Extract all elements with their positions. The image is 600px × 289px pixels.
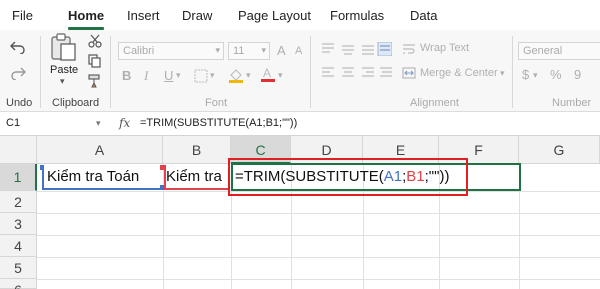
merge-center-icon[interactable] [402, 66, 416, 80]
redo-icon[interactable] [10, 66, 26, 80]
insert-function-icon[interactable]: fx [119, 116, 130, 130]
underline-dropdown-icon[interactable]: ▾ [176, 70, 181, 81]
format-painter-icon[interactable] [88, 74, 102, 88]
fill-color-dropdown-icon[interactable]: ▾ [246, 70, 251, 81]
chevron-down-icon: ▾ [215, 45, 220, 55]
clipboard-group-label: Clipboard [52, 97, 100, 109]
worksheet-grid: A B C D E F G 1 2 3 4 5 6 Kiểm tra Toán … [0, 136, 600, 289]
grow-font-button[interactable]: A [277, 43, 286, 58]
ribbon-tabs: File Home Insert Draw Page Layout Formul… [0, 0, 600, 30]
group-separator [512, 36, 513, 108]
group-separator [310, 36, 311, 108]
horizontal-align-icons[interactable] [320, 66, 392, 80]
underline-button[interactable]: U [164, 68, 173, 83]
gridline [37, 235, 600, 236]
paste-icon[interactable] [50, 32, 78, 62]
number-format-value: General [523, 45, 563, 57]
font-name-select[interactable]: Calibri ▾ [118, 42, 224, 60]
formula-suffix: ;"")) [424, 168, 450, 185]
tab-page-layout[interactable]: Page Layout [238, 8, 311, 23]
row-header-3[interactable]: 3 [0, 213, 37, 235]
fill-color-icon[interactable] [228, 67, 244, 83]
tab-insert[interactable]: Insert [127, 8, 160, 23]
column-header-g[interactable]: G [519, 136, 600, 164]
formula-input[interactable]: =TRIM(SUBSTITUTE(A1;B1;"")) [140, 117, 297, 129]
ref-handle-b1 [160, 165, 165, 170]
formula-ref-a1: A1 [383, 168, 403, 185]
cell-b1[interactable]: Kiểm tra [166, 168, 230, 185]
formula-bar: C1 ▾ fx =TRIM(SUBSTITUTE(A1;B1;"")) [0, 112, 600, 136]
ribbon: Undo Paste ▾ Clipboard Calibri ▾ 11 ▾ A … [0, 30, 600, 112]
svg-text:A: A [263, 66, 271, 80]
wrap-text-icon[interactable] [402, 42, 416, 56]
gridline [37, 279, 600, 280]
font-group-label: Font [205, 97, 228, 109]
select-all-corner[interactable] [0, 136, 37, 164]
row-header-1[interactable]: 1 [0, 164, 37, 191]
borders-dropdown-icon[interactable]: ▾ [210, 70, 215, 81]
group-separator [40, 36, 41, 108]
alignment-group-label: Alignment [410, 97, 459, 109]
font-size-select[interactable]: 11 ▾ [228, 42, 270, 60]
vertical-align-icons[interactable] [320, 42, 392, 56]
tab-home[interactable]: Home [68, 8, 104, 23]
paste-dropdown-icon[interactable]: ▾ [60, 76, 65, 87]
column-header-b[interactable]: B [163, 136, 231, 164]
formula-ref-b1: B1 [406, 168, 425, 185]
name-box-value: C1 [6, 117, 21, 129]
merge-dropdown-icon[interactable]: ▾ [500, 68, 505, 79]
formula-prefix: =TRIM(SUBSTITUTE( [235, 168, 384, 185]
currency-dropdown-icon[interactable]: ▾ [533, 70, 538, 81]
name-box[interactable]: C1 [4, 115, 104, 133]
group-separator [110, 36, 111, 108]
tab-draw[interactable]: Draw [182, 8, 212, 23]
row-header-6[interactable]: 6 [0, 279, 37, 289]
font-name-value: Calibri [123, 45, 155, 57]
undo-icon[interactable] [10, 40, 26, 54]
font-color-icon[interactable]: A [260, 66, 276, 83]
tab-file[interactable]: File [12, 8, 33, 23]
merge-center-button[interactable]: Merge & Center [420, 67, 498, 79]
font-color-dropdown-icon[interactable]: ▾ [278, 70, 283, 81]
font-size-value: 11 [233, 45, 245, 57]
column-header-a[interactable]: A [37, 136, 163, 164]
gridline [37, 257, 600, 258]
number-format-select[interactable]: General [518, 42, 600, 60]
bold-button[interactable]: B [122, 68, 131, 83]
undo-group-label: Undo [6, 97, 33, 109]
paste-label[interactable]: Paste [50, 64, 78, 76]
cut-icon[interactable] [88, 34, 102, 48]
borders-icon[interactable] [194, 69, 208, 83]
name-box-dropdown-icon[interactable]: ▾ [96, 118, 101, 129]
row-header-5[interactable]: 5 [0, 257, 37, 279]
percent-button[interactable]: % [550, 67, 562, 82]
row-header-4[interactable]: 4 [0, 235, 37, 257]
tab-data[interactable]: Data [410, 8, 437, 23]
comma-style-button[interactable]: 9 [574, 67, 581, 82]
chevron-down-icon: ▾ [261, 45, 266, 55]
cell-a1[interactable]: Kiểm tra Toán [47, 168, 139, 185]
wrap-text-button[interactable]: Wrap Text [420, 42, 469, 54]
tab-formulas[interactable]: Formulas [330, 8, 384, 23]
gridline [37, 213, 600, 214]
cell-c1-formula[interactable]: =TRIM(SUBSTITUTE(A1;B1;"")) [235, 168, 449, 185]
shrink-font-button[interactable]: A [295, 45, 302, 57]
ref-handle-a1 [40, 165, 44, 170]
italic-button[interactable]: I [144, 68, 148, 84]
row-header-2[interactable]: 2 [0, 191, 37, 213]
currency-button[interactable]: $ [522, 67, 529, 82]
number-group-label: Number [552, 97, 592, 109]
copy-icon[interactable] [88, 54, 102, 68]
